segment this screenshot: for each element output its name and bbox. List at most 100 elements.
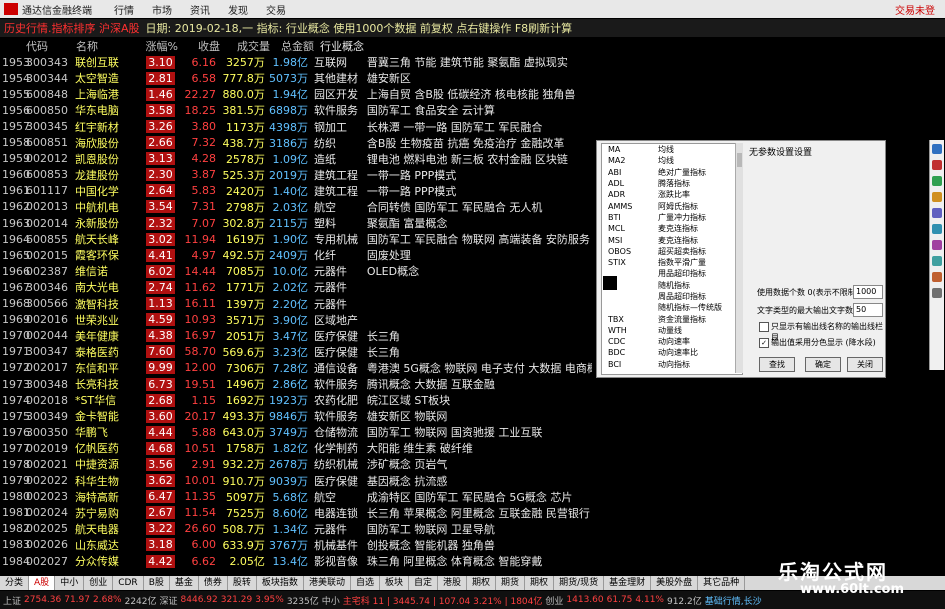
market-tab[interactable]: 其它品种 [698, 576, 746, 590]
market-tab[interactable]: 自选 [351, 576, 380, 590]
help-tool-icon[interactable] [932, 288, 942, 298]
table-row[interactable]: 1955 600848 上海临港 1.46 22.27 880.0万 1.94亿 园区开发 上海… [0, 86, 592, 102]
indicator-list-item[interactable]: BTI 广量冲力指标 [602, 212, 742, 223]
market-tab[interactable]: 创业 [84, 576, 114, 590]
market-tab[interactable]: 期货/现货 [554, 576, 605, 590]
menu-item-quotes[interactable]: 行情 [114, 2, 134, 17]
market-tab[interactable]: 港股 [438, 576, 468, 590]
table-row[interactable]: 1959 002012 凯恩股份 3.13 4.28 2578万 1.09亿 造纸 锂电池 燃料… [0, 151, 592, 167]
indicator-list-item[interactable]: CDC 动向速率 [602, 336, 742, 347]
indicator-tool-icon[interactable] [932, 160, 942, 170]
table-row[interactable]: 1976 300350 华鹏飞 4.44 5.88 643.0万 3749万 仓储物流 国防军工… [0, 424, 592, 440]
table-row[interactable]: 1968 300566 激智科技 1.13 16.11 1397万 2.20亿 元器件 [0, 296, 592, 312]
table-row[interactable]: 1974 002018 *ST华信 2.68 1.15 1692万 1923万 农药化肥 皖江区… [0, 392, 592, 408]
menu-item-discover[interactable]: 发现 [228, 2, 248, 17]
table-row[interactable]: 1982 002025 航天电器 3.22 26.60 508.7万 1.34亿 元器件 国防军… [0, 521, 592, 537]
indicator-list-scrollbar[interactable] [735, 143, 743, 373]
table-row[interactable]: 1983 002026 山东威达 3.18 6.00 633.9万 3767万 机械基件 创投概… [0, 537, 592, 553]
table-row[interactable]: 1953 300343 联创互联 3.10 6.16 3257万 1.98亿 互联网 晋冀三角 … [0, 54, 592, 70]
table-row[interactable]: 1957 300345 红宇新材 3.26 3.80 1173万 4398万 钢加工 长株潭 一… [0, 118, 592, 134]
table-row[interactable]: 1979 002022 科华生物 3.62 10.01 910.7万 9039万 医疗保健 基因… [0, 473, 592, 489]
table-row[interactable]: 1962 002013 中航机电 3.54 7.31 2798万 2.03亿 航空 合同转债 国… [0, 199, 592, 215]
market-tab[interactable]: 港美联动 [304, 576, 351, 590]
connection-status[interactable]: 基础行情,长沙 [705, 594, 762, 607]
col-header-close[interactable]: 收盘 [182, 38, 220, 54]
col-header-name[interactable]: 名称 [76, 38, 134, 54]
market-tab[interactable]: 自定 [409, 576, 438, 590]
indicator-list-item[interactable]: ADR 涨跌比率 [602, 189, 742, 200]
max-text-input[interactable]: 50 [853, 303, 883, 317]
search-tool-icon[interactable] [932, 256, 942, 266]
table-row[interactable]: 1970 002044 美年健康 4.38 16.97 2051万 3.47亿 医疗保健 长三角 [0, 328, 592, 344]
trade-login-status[interactable]: 交易未登 [895, 2, 935, 17]
indicator-list-item[interactable]: MA2 均线 [602, 155, 742, 166]
chart-tool-icon[interactable] [932, 144, 942, 154]
table-row[interactable]: 1981 002024 苏宁易购 2.67 11.54 7525万 8.60亿 电器连锁 长三角… [0, 505, 592, 521]
indicator-list-item[interactable]: 随机指标—传统版 [602, 302, 742, 313]
data-tool-icon[interactable] [932, 224, 942, 234]
market-tab[interactable]: 基金 [170, 576, 199, 590]
table-row[interactable]: 1971 300347 泰格医药 7.60 58.70 569.6万 3.23亿 医疗保健 长三… [0, 344, 592, 360]
color-output-checkbox[interactable]: ✓ [759, 338, 769, 348]
ok-button[interactable]: 确定 [805, 357, 841, 372]
indicator-list-item[interactable]: ADL 腾落指标 [602, 178, 742, 189]
table-row[interactable]: 1966 002387 维信诺 6.02 14.44 7085万 10.0亿 元器件 OLED概… [0, 263, 592, 279]
market-tab[interactable]: 债券 [199, 576, 228, 590]
scrollbar-thumb[interactable] [737, 153, 742, 167]
indicator-list-item[interactable]: BDC 动向速率比 [602, 347, 742, 358]
table-row[interactable]: 1984 002027 分众传媒 4.42 6.62 2.05亿 13.4亿 影视音像 珠三角 … [0, 553, 592, 569]
market-tab[interactable]: 板块指数 [257, 576, 304, 590]
indicator-list-item[interactable]: 用品超印指标 [602, 268, 742, 279]
col-header-change[interactable]: 涨幅% [134, 38, 182, 54]
indicator-list-item[interactable]: 随机指标 [602, 280, 742, 291]
table-row[interactable]: 1961 601117 中国化学 2.64 5.83 2420万 1.40亿 建筑工程 一带一路… [0, 183, 592, 199]
menu-item-trade[interactable]: 交易 [266, 2, 286, 17]
market-tab[interactable]: 基金理财 [604, 576, 652, 590]
table-row[interactable]: 1954 300344 太空智造 2.81 6.58 777.8万 5073万 其他建材 雄安新… [0, 70, 592, 86]
alert-tool-icon[interactable] [932, 192, 942, 202]
indicator-list-item[interactable]: TBX 资金流量指标 [602, 313, 742, 324]
indicator-list-item[interactable]: MCL 麦克连指标 [602, 223, 742, 234]
list-tool-icon[interactable] [932, 176, 942, 186]
table-row[interactable]: 1973 300348 长亮科技 6.73 19.51 1496万 2.86亿 软件服务 腾讯概… [0, 376, 592, 392]
table-row[interactable]: 1958 600851 海欣股份 2.66 7.32 438.7万 3186万 纺织 含B股 生… [0, 135, 592, 151]
market-tab[interactable]: 期权 [525, 576, 555, 590]
find-button[interactable]: 查找 [759, 357, 795, 372]
show-named-only-checkbox[interactable] [759, 322, 769, 332]
market-tab[interactable]: A股 [29, 576, 56, 590]
market-tab[interactable]: 股转 [228, 576, 257, 590]
table-row[interactable]: 1967 300346 南大光电 2.74 11.62 1771万 2.02亿 元器件 [0, 279, 592, 295]
table-row[interactable]: 1977 002019 亿帆医药 4.68 10.51 1758万 1.82亿 化学制药 大阳能… [0, 440, 592, 456]
news-tool-icon[interactable] [932, 272, 942, 282]
table-row[interactable]: 1960 600853 龙建股份 2.30 3.87 525.3万 2019万 建筑工程 一带一… [0, 167, 592, 183]
indicator-list-item[interactable]: 周品超印指标 [602, 291, 742, 302]
close-button[interactable]: 关闭 [847, 357, 883, 372]
market-tab[interactable]: CDR [113, 576, 144, 590]
indicator-list-item[interactable]: AMMS 阿姆氏指标 [602, 200, 742, 211]
market-tab[interactable]: 中小 [55, 576, 85, 590]
indicator-list-item[interactable]: ABI 绝对广量指标 [602, 167, 742, 178]
table-row[interactable]: 1975 300349 金卡智能 3.60 20.17 493.3万 9846万 软件服务 雄安… [0, 408, 592, 424]
table-row[interactable]: 1965 002015 霞客环保 4.41 4.97 492.5万 2409万 化纤 固废处理 [0, 247, 592, 263]
settings-tool-icon[interactable] [932, 240, 942, 250]
max-data-input[interactable]: 1000 [853, 285, 883, 299]
menu-item-news[interactable]: 资讯 [190, 2, 210, 17]
col-header-amount[interactable]: 总金额 [270, 38, 314, 54]
indicator-list-item[interactable]: BCI 动向指标 [602, 359, 742, 370]
indicator-list-item[interactable]: MA 均线 [602, 144, 742, 155]
indicator-list[interactable]: MA 均线 MA2 均线 ABI 绝对广量指标 ADL 腾落指标 ADR 涨跌比率 AMMS 阿姆氏指… [601, 143, 743, 375]
table-row[interactable]: 1969 002016 世荣兆业 4.59 10.93 3571万 3.90亿 区域地产 [0, 312, 592, 328]
market-tab[interactable]: 期货 [496, 576, 526, 590]
indicator-list-item[interactable]: WTH 动量线 [602, 325, 742, 336]
menu-item-market[interactable]: 市场 [152, 2, 172, 17]
indicator-list-item[interactable]: STIX 指数平滑广量 [602, 257, 742, 268]
table-row[interactable]: 1964 600855 航天长峰 3.02 11.94 1619万 1.90亿 专用机械 国防军… [0, 231, 592, 247]
indicator-list-item[interactable]: MSI 麦克连指标 [602, 234, 742, 245]
col-header-volume[interactable]: 成交量 [220, 38, 270, 54]
table-row[interactable]: 1956 600850 华东电脑 3.58 18.25 381.5万 6898万 软件服务 国防… [0, 102, 592, 118]
col-header-industry[interactable]: 行业概念 [314, 38, 374, 54]
info-tool-icon[interactable] [932, 208, 942, 218]
table-row[interactable]: 1978 002021 中捷资源 3.56 2.91 932.2万 2678万 纺织机械 涉矿概… [0, 456, 592, 472]
table-row[interactable]: 1980 002023 海特高新 6.47 11.35 5097万 5.68亿 航空 成渝特区 … [0, 489, 592, 505]
indicator-list-item[interactable]: OBOS 超买超卖指标 [602, 246, 742, 257]
